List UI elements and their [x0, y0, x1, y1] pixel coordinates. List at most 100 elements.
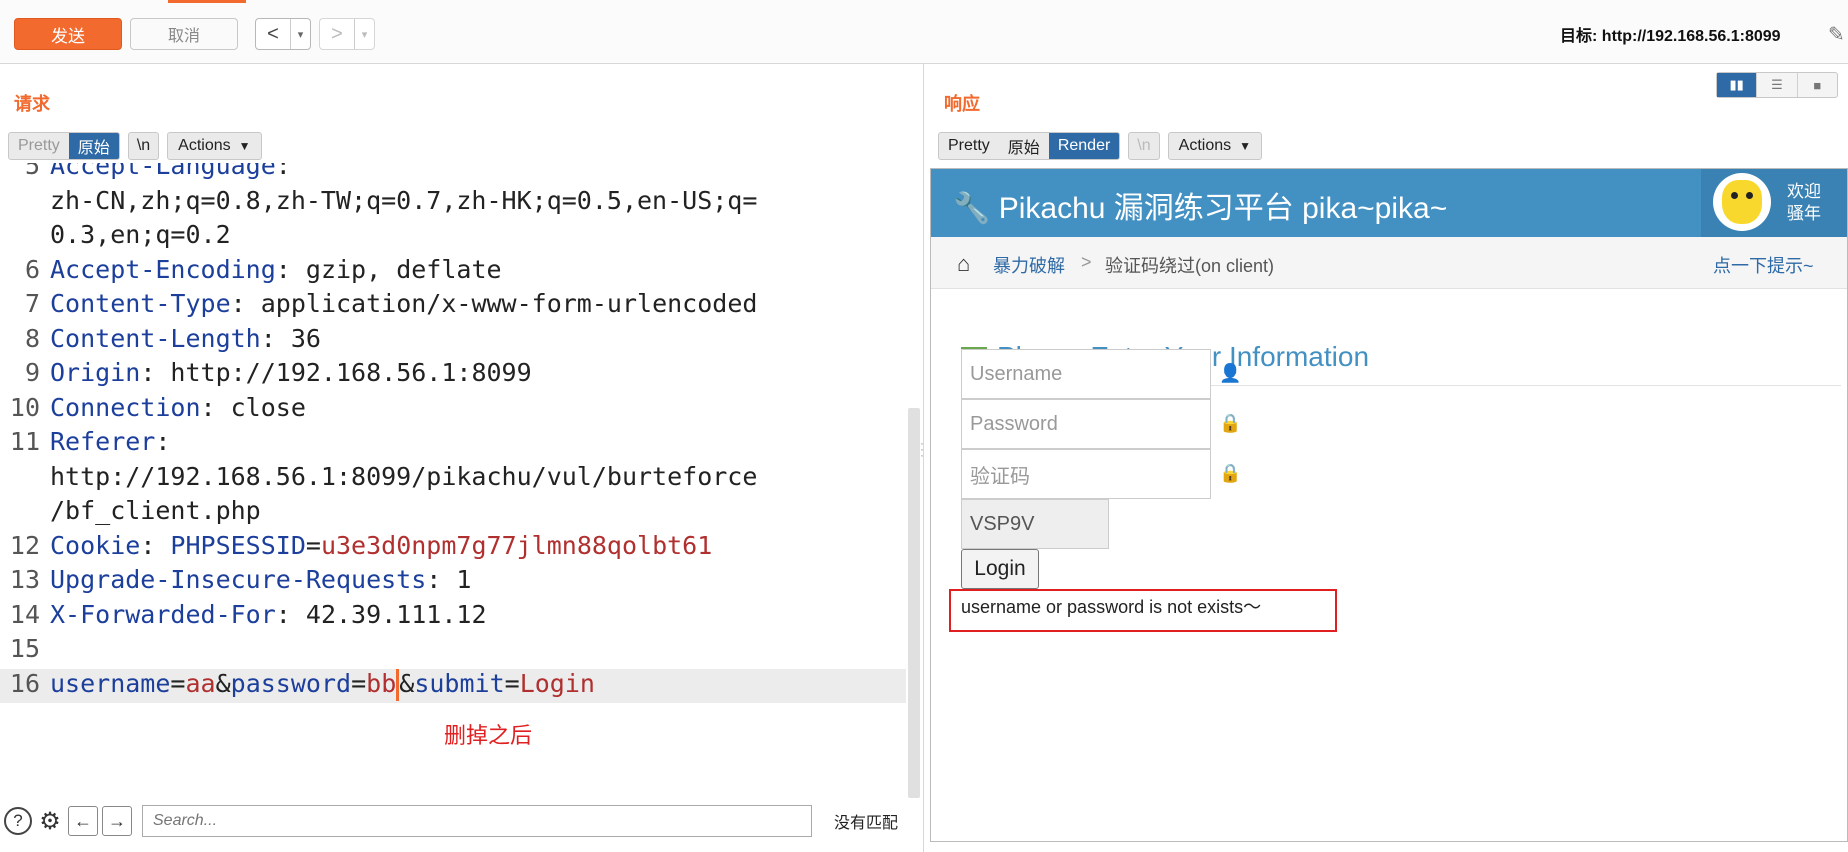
user-area[interactable]: 欢迎 骚年 [1701, 169, 1847, 237]
header-separator: : [260, 323, 291, 353]
header-separator: : [275, 163, 291, 180]
active-tab-indicator [168, 0, 246, 3]
line-text: Origin: http://192.168.56.1:8099 [46, 358, 532, 393]
welcome-text: 欢迎 骚年 [1787, 181, 1821, 225]
editor-line: 11 Referer: [0, 427, 906, 462]
header-name: Upgrade-Insecure-Requests [50, 565, 427, 594]
welcome-line-2: 骚年 [1787, 204, 1821, 223]
drag-handle-icon[interactable]: · · · [920, 437, 924, 461]
captcha-image[interactable]: VSP9V [961, 499, 1109, 549]
chevron-right-icon: > [331, 22, 343, 45]
request-view-tabs: Pretty 原始 [8, 132, 120, 160]
header-name: Referer [50, 427, 156, 456]
response-actions-button[interactable]: Actions ▼ [1167, 132, 1262, 160]
response-toolbar: Pretty 原始 Render \n Actions ▼ [938, 132, 1262, 160]
editor-line: 12 Cookie: PHPSESSID=u3e3d0npm7g77jlmn88q… [0, 531, 906, 566]
body-param-eq2: = [351, 668, 367, 698]
editor-line: http://192.168.56.1:8099/pikachu/vul/bur… [0, 462, 906, 497]
layout-tabs-icon[interactable]: ■ [1798, 73, 1837, 97]
body-text: username=aa&password=bb &submit=Login [46, 668, 595, 704]
request-actions-button[interactable]: Actions ▼ [167, 132, 262, 160]
cookie-eq: = [305, 530, 321, 560]
tab-raw[interactable]: 原始 [68, 133, 119, 159]
editor-line: 7 Content-Type: application/x-www-form-ur… [0, 289, 906, 324]
history-forward-button[interactable]: > ▾ [319, 18, 375, 50]
line-number: 12 [9, 530, 40, 560]
header-value: http://192.168.56.1:8099/pikachu/vul/bur… [50, 461, 758, 491]
line-text: /bf_client.php [46, 496, 261, 531]
send-button[interactable]: 发送 [14, 18, 122, 50]
line-text: Content-Type: application/x-www-form-url… [46, 289, 757, 324]
header-separator: : [230, 289, 261, 318]
tab-render[interactable]: Render [1048, 133, 1120, 159]
history-back-dropdown[interactable]: ▾ [290, 19, 310, 49]
breadcrumb-bruteforce[interactable]: 暴力破解 [993, 252, 1065, 278]
edit-target-icon[interactable]: ✎ [1828, 22, 1845, 47]
tab-pretty[interactable]: Pretty [939, 133, 999, 159]
cancel-button[interactable]: 取消 [130, 18, 238, 50]
render-view: 🔧 Pikachu 漏洞练习平台 pika~pika~ 欢迎 骚年 ⌂ 暴力破解… [930, 168, 1848, 842]
line-text: Referer: [46, 427, 170, 462]
site-brand[interactable]: 🔧 Pikachu 漏洞练习平台 pika~pika~ [953, 183, 1447, 227]
error-message: username or password is not exists～ [961, 597, 1262, 617]
body-param-v1: aa [185, 668, 216, 698]
response-view-tabs: Pretty 原始 Render [938, 132, 1121, 160]
gear-icon[interactable]: ⚙ [36, 807, 64, 835]
layout-side-by-side-icon[interactable]: ▮▮ [1717, 73, 1758, 97]
header-name: Content-Length [50, 323, 261, 353]
editor-scrollbar[interactable] [908, 408, 920, 798]
header-separator: : [426, 565, 457, 594]
header-value: 1 [456, 565, 472, 594]
line-number [0, 220, 46, 255]
cookie-name: PHPSESSID [170, 530, 306, 560]
tab-pretty[interactable]: Pretty [9, 133, 69, 159]
request-editor[interactable]: 5 Accept-Language: zh-CN,zh;q=0.8,zh-TW;q=… [0, 163, 906, 797]
history-forward-dropdown[interactable]: ▾ [354, 19, 374, 49]
target-url: http://192.168.56.1:8099 [1601, 28, 1781, 45]
newline-toggle[interactable]: \n [127, 132, 160, 160]
line-text: Accept-Encoding: gzip, deflate [46, 255, 502, 290]
layout-stacked-icon[interactable]: ☰ [1757, 73, 1798, 97]
editor-line: zh-CN,zh;q=0.8,zh-TW;q=0.7,zh-HK;q=0.5,e… [0, 186, 906, 221]
user-icon: 👤 [1219, 363, 1242, 383]
cookie-value: u3e3d0npm7g77jlmn88qolbt61 [320, 530, 713, 560]
pikachu-icon [1722, 180, 1762, 224]
header-separator: : [200, 392, 231, 422]
captcha-field[interactable]: 验证码 [961, 449, 1211, 499]
search-input[interactable] [142, 805, 812, 837]
help-icon[interactable]: ? [4, 807, 32, 835]
line-number: 9 [24, 358, 40, 387]
chevron-down-icon: ▼ [1239, 139, 1251, 153]
password-field[interactable]: Password [961, 399, 1211, 449]
header-name: Content-Type [50, 289, 231, 318]
tab-raw[interactable]: 原始 [999, 133, 1049, 159]
search-next-button[interactable]: → [102, 806, 132, 836]
editor-line: 10 Connection: close [0, 393, 906, 428]
editor-line: 0.3,en;q=0.2 [0, 220, 906, 255]
target-display: 目标: http://192.168.56.1:8099 [1560, 22, 1781, 46]
login-button[interactable]: Login [961, 549, 1039, 589]
header-separator: : [275, 254, 306, 284]
home-icon[interactable]: ⌂ [957, 251, 970, 277]
header-value: close [230, 392, 306, 422]
history-back-button[interactable]: < ▾ [255, 18, 311, 50]
response-title: 响应 [944, 94, 980, 114]
wrench-icon: 🔧 [953, 192, 991, 225]
editor-line: 6 Accept-Encoding: gzip, deflate [0, 255, 906, 290]
line-number [0, 496, 46, 531]
lock-icon: 🔒 [1219, 463, 1242, 483]
search-previous-button[interactable]: ← [68, 806, 98, 836]
username-field[interactable]: Username [961, 349, 1211, 399]
header-name: Connection [50, 392, 201, 422]
line-text: Cookie: PHPSESSID=u3e3d0npm7g77jlmn88qol… [46, 531, 712, 566]
layout-switcher: ▮▮ ☰ ■ [1716, 72, 1838, 98]
newline-toggle[interactable]: \n [1128, 132, 1160, 160]
lock-icon: 🔒 [1219, 413, 1242, 433]
hint-link[interactable]: 点一下提示~ [1713, 252, 1814, 278]
breadcrumb: ⌂ 暴力破解 > 验证码绕过(on client) 点一下提示~ [931, 237, 1847, 289]
chevron-left-icon: < [267, 22, 279, 45]
line-text: Connection: close [46, 393, 306, 428]
actions-label: Actions [178, 137, 231, 154]
line-number [0, 462, 46, 497]
line-text [46, 634, 50, 669]
